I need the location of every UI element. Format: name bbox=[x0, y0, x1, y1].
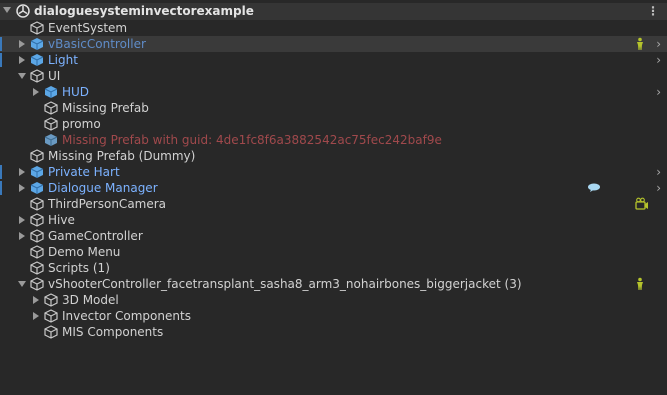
row-label: Missing Prefab with guid: 4de1fc8f6a3882… bbox=[62, 133, 442, 147]
row-label: Hive bbox=[48, 213, 75, 227]
gameobject-cube-icon bbox=[30, 245, 44, 259]
prefab-override-bar bbox=[0, 53, 2, 67]
hierarchy-row[interactable]: Scripts (1) bbox=[0, 260, 667, 276]
hierarchy-row[interactable]: promo bbox=[0, 116, 667, 132]
row-label: vShooterController_facetransplant_sasha8… bbox=[48, 277, 522, 291]
open-prefab-chevron-icon[interactable]: › bbox=[656, 164, 661, 180]
hierarchy-row[interactable]: vShooterController_facetransplant_sasha8… bbox=[0, 276, 667, 292]
row-label: HUD bbox=[62, 85, 90, 99]
prefab-cube-icon bbox=[30, 53, 44, 67]
gameobject-cube-icon bbox=[30, 21, 44, 35]
hierarchy-row[interactable]: GameController bbox=[0, 228, 667, 244]
row-label: Demo Menu bbox=[48, 245, 121, 259]
unity-scene-icon bbox=[16, 4, 30, 18]
gameobject-cube-icon bbox=[44, 325, 58, 339]
hierarchy-row[interactable]: HUD › bbox=[0, 84, 667, 100]
scene-header[interactable]: dialoguesysteminvectorexample ⋮ bbox=[0, 3, 667, 20]
row-label: Private Hart bbox=[48, 165, 120, 179]
prefab-cube-icon bbox=[44, 85, 58, 99]
hierarchy-row[interactable]: UI bbox=[0, 68, 667, 84]
row-label: Dialogue Manager bbox=[48, 181, 158, 195]
row-label: EventSystem bbox=[48, 21, 128, 35]
gameobject-cube-icon bbox=[30, 261, 44, 275]
prefab-cube-icon bbox=[44, 133, 58, 147]
open-prefab-chevron-icon[interactable]: › bbox=[656, 180, 661, 196]
prefab-cube-icon bbox=[30, 37, 44, 51]
gameobject-cube-icon bbox=[44, 293, 58, 307]
open-prefab-chevron-icon[interactable]: › bbox=[656, 84, 661, 100]
row-label: UI bbox=[48, 69, 61, 83]
hierarchy-row[interactable]: 3D Model bbox=[0, 292, 667, 308]
gameobject-cube-icon bbox=[44, 101, 58, 115]
character-icon bbox=[633, 277, 647, 291]
fold-closed-arrow-icon[interactable] bbox=[19, 168, 25, 176]
fold-closed-arrow-icon[interactable] bbox=[19, 216, 25, 224]
fold-closed-arrow-icon[interactable] bbox=[19, 232, 25, 240]
hierarchy-row[interactable]: Missing Prefab bbox=[0, 100, 667, 116]
dialogue-icon bbox=[587, 181, 601, 195]
row-label: Light bbox=[48, 53, 78, 67]
row-label: Missing Prefab (Dummy) bbox=[48, 149, 196, 163]
row-label: Invector Components bbox=[62, 309, 191, 323]
row-label: vBasicController bbox=[48, 37, 146, 51]
hierarchy-row[interactable]: Light › bbox=[0, 52, 667, 68]
prefab-override-bar bbox=[0, 37, 2, 51]
hierarchy-row[interactable]: Hive bbox=[0, 212, 667, 228]
row-label: GameController bbox=[48, 229, 143, 243]
fold-closed-arrow-icon[interactable] bbox=[33, 312, 39, 320]
prefab-cube-icon bbox=[30, 165, 44, 179]
row-label: 3D Model bbox=[62, 293, 119, 307]
gameobject-cube-icon bbox=[44, 309, 58, 323]
fold-closed-arrow-icon[interactable] bbox=[33, 88, 39, 96]
row-label: ThirdPersonCamera bbox=[48, 197, 167, 211]
gameobject-cube-icon bbox=[30, 69, 44, 83]
gameobject-cube-icon bbox=[30, 197, 44, 211]
prefab-cube-icon bbox=[30, 181, 44, 195]
row-label: MIS Components bbox=[62, 325, 164, 339]
hierarchy-row[interactable]: EventSystem bbox=[0, 20, 667, 36]
hierarchy-row[interactable]: MIS Components bbox=[0, 324, 667, 340]
open-prefab-chevron-icon[interactable]: › bbox=[656, 52, 661, 68]
hierarchy-row[interactable]: Dialogue Manager › bbox=[0, 180, 667, 196]
hierarchy-row[interactable]: Private Hart › bbox=[0, 164, 667, 180]
fold-closed-arrow-icon[interactable] bbox=[19, 184, 25, 192]
row-label: Missing Prefab bbox=[62, 101, 149, 115]
scene-title: dialoguesysteminvectorexample bbox=[34, 4, 254, 18]
hierarchy-row[interactable]: ThirdPersonCamera bbox=[0, 196, 667, 212]
hierarchy-row[interactable]: vBasicController › bbox=[0, 36, 667, 52]
gameobject-cube-icon bbox=[44, 117, 58, 131]
gameobject-cube-icon bbox=[30, 149, 44, 163]
camera-icon bbox=[635, 197, 649, 211]
row-label: Scripts (1) bbox=[48, 261, 110, 275]
fold-open-arrow-icon[interactable] bbox=[18, 73, 26, 79]
hierarchy-row[interactable]: Invector Components bbox=[0, 308, 667, 324]
character-icon bbox=[633, 37, 647, 51]
prefab-override-bar bbox=[0, 181, 2, 195]
kebab-menu-icon[interactable]: ⋮ bbox=[647, 4, 659, 18]
fold-open-arrow-icon[interactable] bbox=[18, 281, 26, 287]
gameobject-cube-icon bbox=[30, 229, 44, 243]
hierarchy-row[interactable]: Missing Prefab with guid: 4de1fc8f6a3882… bbox=[0, 132, 667, 148]
hierarchy-row[interactable]: Missing Prefab (Dummy) bbox=[0, 148, 667, 164]
hierarchy-row[interactable]: Demo Menu bbox=[0, 244, 667, 260]
fold-closed-arrow-icon[interactable] bbox=[19, 40, 25, 48]
fold-closed-arrow-icon[interactable] bbox=[33, 296, 39, 304]
scene-fold-arrow-icon[interactable] bbox=[3, 7, 11, 13]
gameobject-cube-icon bbox=[30, 213, 44, 227]
fold-closed-arrow-icon[interactable] bbox=[19, 56, 25, 64]
open-prefab-chevron-icon[interactable]: › bbox=[656, 36, 661, 52]
row-label: promo bbox=[62, 117, 101, 131]
gameobject-cube-icon bbox=[30, 277, 44, 291]
prefab-override-bar bbox=[0, 165, 2, 179]
